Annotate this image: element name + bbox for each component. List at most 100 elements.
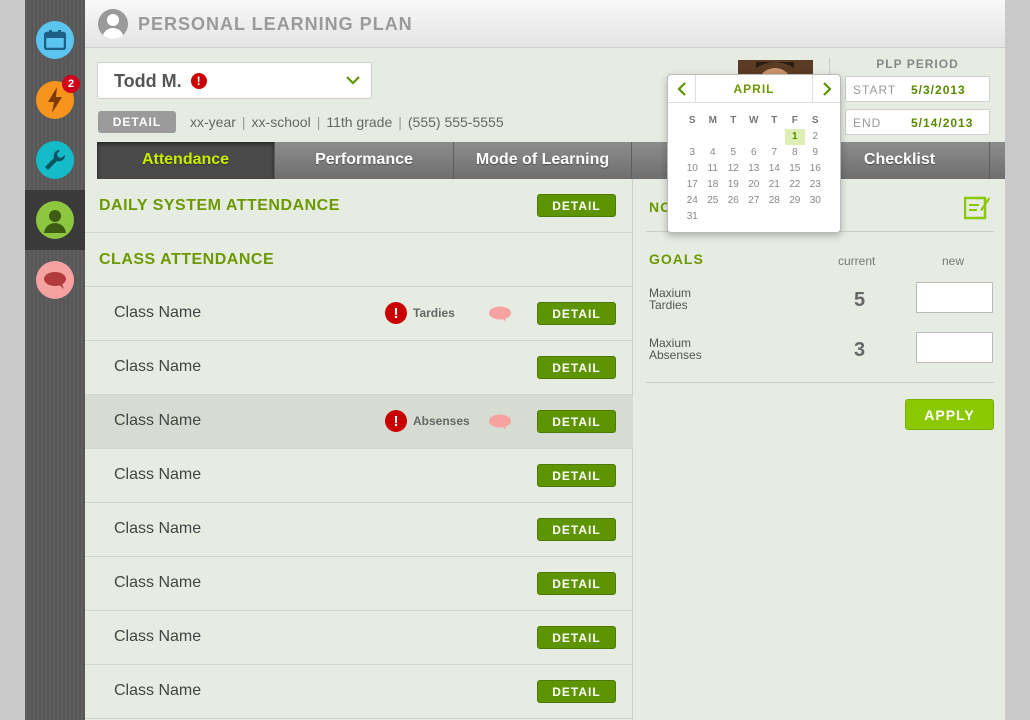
daily-detail-button[interactable]: DETAIL [537,194,616,217]
class-name: Class Name [114,682,202,699]
student-info: xx-year | xx-school | 11th grade | (555) 555-5… [190,114,504,130]
calendar-week: 17 18 19 20 21 22 23 [682,177,828,193]
flag-label: Tardies [413,306,455,320]
calendar-day[interactable]: 14 [764,161,785,177]
student-dropdown[interactable]: Todd M. ! [97,62,372,99]
tab-performance[interactable]: Performance [275,142,454,179]
comment-bubble-icon[interactable] [488,414,512,430]
class-row[interactable]: Class Name DETAIL [85,611,633,665]
sidebar-item-students[interactable] [25,190,85,250]
tab-mode-of-learning[interactable]: Mode of Learning [454,142,632,179]
calendar-day[interactable]: 18 [703,177,724,193]
end-value: 5/14/2013 [911,116,974,130]
sidebar-item-tools[interactable] [25,130,85,190]
chevron-left-icon [676,82,686,96]
sidebar-item-alerts[interactable]: 2 [25,70,85,130]
prev-month-button[interactable] [668,75,696,103]
class-row[interactable]: Class Name! Absenses DETAIL [85,395,633,449]
calendar-day[interactable]: 19 [723,177,744,193]
class-row[interactable]: Class Name! Tardies DETAIL [85,287,633,341]
calendar-day[interactable]: 2 [805,129,826,145]
calendar-header: APRIL [668,75,840,103]
goal-new-absenses-input[interactable] [916,332,993,363]
goal-current-tardies: 5 [854,289,866,311]
class-detail-button[interactable]: DETAIL [537,518,616,541]
class-row[interactable]: Class Name DETAIL [85,665,633,719]
calendar-day[interactable]: 6 [744,145,765,161]
goal-label-line: Tardies [649,298,688,312]
calendar-day[interactable]: 10 [682,161,703,177]
class-row[interactable]: Class Name DETAIL [85,341,633,395]
chevron-down-icon [346,76,360,85]
calendar-day[interactable]: 25 [703,193,724,209]
weekday-label: F [791,115,798,126]
class-detail-button[interactable]: DETAIL [537,410,616,433]
plp-period-title: PLP PERIOD [876,57,959,71]
calendar-day[interactable]: 24 [682,193,703,209]
calendar-day[interactable]: 13 [744,161,765,177]
flag-label: Absenses [413,414,470,428]
class-detail-button[interactable]: DETAIL [537,572,616,595]
start-label: START [853,83,897,97]
weekday-label: S [688,115,696,126]
calendar-day[interactable]: 4 [703,145,724,161]
sidebar-item-calendar[interactable] [25,10,85,70]
class-attendance-header: CLASS ATTENDANCE [85,233,633,287]
calendar-day[interactable]: 7 [764,145,785,161]
calendar-day[interactable]: 29 [785,193,806,209]
calendar-day[interactable]: 22 [785,177,806,193]
calendar-day[interactable]: 5 [723,145,744,161]
calendar-day [744,129,765,145]
sidebar-item-messages[interactable] [25,250,85,310]
calendar-week: 24 25 26 27 28 29 30 [682,193,828,209]
separator: | [316,114,321,130]
calendar-day[interactable]: 26 [723,193,744,209]
calendar-day[interactable]: 11 [703,161,724,177]
attendance-flag: ! Tardies [385,302,455,324]
person-icon [36,201,74,239]
calendar-day[interactable]: 27 [744,193,765,209]
class-detail-button[interactable]: DETAIL [537,302,616,325]
class-name: Class Name [114,466,202,483]
class-row[interactable]: Class Name DETAIL [85,503,633,557]
class-detail-button[interactable]: DETAIL [537,680,616,703]
calendar-week: 10 11 12 13 14 15 16 [682,161,828,177]
goal-current-absenses: 3 [854,339,866,361]
tab-attendance[interactable]: Attendance [97,142,275,179]
calendar-day[interactable]: 9 [805,145,826,161]
calendar-day[interactable]: 23 [805,177,826,193]
class-row[interactable]: Class Name DETAIL [85,449,633,503]
calendar-day[interactable]: 15 [785,161,806,177]
calendar-week: SMTWTFS [682,113,828,129]
calendar-day[interactable]: 30 [805,193,826,209]
apply-button[interactable]: APPLY [905,399,994,430]
goal-new-tardies-input[interactable] [916,282,993,313]
calendar-day[interactable]: 28 [764,193,785,209]
goal-label-absenses: Maxium Absenses [649,337,719,361]
calendar-week: 3456789 [682,145,828,161]
class-detail-button[interactable]: DETAIL [537,356,616,379]
class-detail-button[interactable]: DETAIL [537,464,616,487]
calendar-day[interactable]: 16 [805,161,826,177]
calendar-day[interactable]: 31 [682,209,703,225]
calendar-day[interactable]: 1 [784,129,805,145]
calendar-day[interactable]: 8 [785,145,806,161]
calendar-day[interactable]: 20 [744,177,765,193]
student-detail-button[interactable]: DETAIL [98,111,176,133]
edit-note-icon[interactable] [964,194,990,220]
plp-end-date-field[interactable]: END 5/14/2013 [845,109,990,135]
next-month-button[interactable] [812,75,840,103]
calendar-day [764,129,785,145]
divider [646,382,994,383]
plp-start-date-field[interactable]: START 5/3/2013 [845,76,990,102]
calendar-day[interactable]: 12 [723,161,744,177]
date-picker-popup: APRIL S M T W T F S 1 2 3 4 5 6 7 8 9 10 11 12 13 14 15 16 17 18… [667,74,841,233]
calendar-day [723,209,744,225]
calendar-day[interactable]: 17 [682,177,703,193]
class-row[interactable]: Class Name DETAIL [85,557,633,611]
calendar-day[interactable]: 3 [682,145,703,161]
goals-current-header: current [838,254,876,268]
calendar-day[interactable]: 21 [764,177,785,193]
comment-bubble-icon[interactable] [488,306,512,322]
class-detail-button[interactable]: DETAIL [537,626,616,649]
